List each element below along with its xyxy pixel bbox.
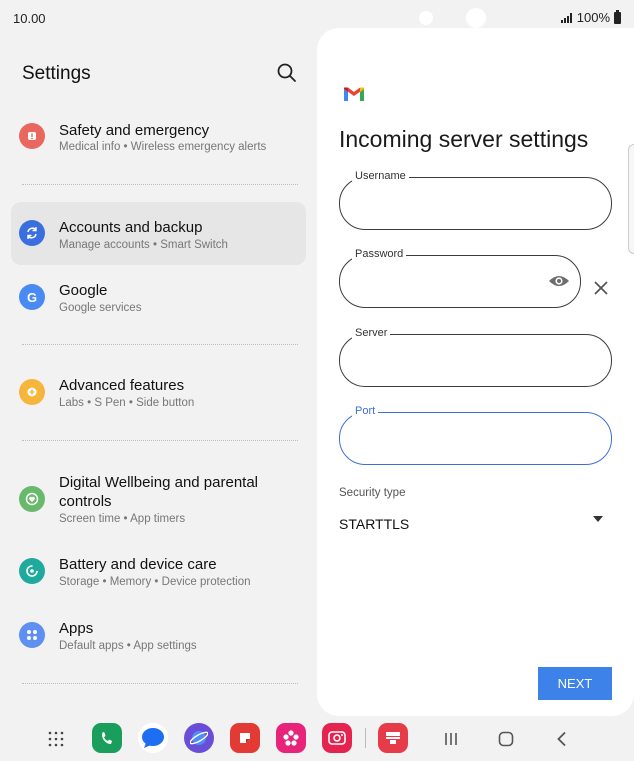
home-button[interactable]: [495, 728, 517, 750]
signal-icon: [560, 12, 572, 23]
recents-button[interactable]: [440, 728, 462, 750]
messages-app-icon[interactable]: [138, 723, 168, 753]
edge-panel-handle[interactable]: [628, 144, 634, 254]
gmail-icon: [343, 86, 365, 107]
settings-item-subtitle: Medical info • Wireless emergency alerts: [59, 141, 267, 153]
care-icon: [19, 558, 45, 584]
back-button[interactable]: [551, 728, 573, 750]
password-field[interactable]: Password: [339, 248, 581, 308]
search-button[interactable]: [276, 62, 298, 84]
next-button[interactable]: NEXT: [538, 667, 612, 700]
settings-item-advanced[interactable]: Advanced features Labs • S Pen • Side bu…: [11, 366, 306, 416]
settings-item-title: Safety and emergency: [59, 122, 210, 139]
settings-item-accounts[interactable]: Accounts and backup Manage accounts • Sm…: [11, 202, 306, 265]
security-type-value[interactable]: STARTTLS: [339, 516, 409, 532]
grid-dots-icon: [48, 731, 64, 747]
status-right: 100%: [560, 9, 621, 25]
notes-app-icon[interactable]: [230, 723, 260, 753]
taskbar: [0, 716, 634, 761]
server-settings-panel: Incoming server settings Username Passwo…: [317, 28, 634, 716]
server-input[interactable]: [354, 351, 571, 367]
divider: [22, 440, 298, 441]
search-icon: [277, 63, 296, 82]
settings-item-title: Battery and device care: [59, 556, 217, 573]
username-input[interactable]: [354, 194, 571, 210]
status-time: 10.00: [13, 11, 46, 26]
page-title: Incoming server settings: [339, 126, 589, 152]
battery-percent: 100%: [576, 10, 610, 25]
settings-item-subtitle: Labs • S Pen • Side button: [59, 397, 195, 409]
camera-dot-large: [466, 8, 486, 28]
gear-plus-icon: [19, 379, 45, 405]
password-label: Password: [352, 248, 407, 260]
settings-item-subtitle: Manage accounts • Smart Switch: [59, 239, 228, 251]
eye-icon[interactable]: [548, 273, 570, 294]
battery-icon: [614, 9, 621, 24]
google-g-icon: G: [19, 284, 45, 310]
settings-item-title: Advanced features: [59, 377, 185, 394]
sync-icon: [19, 220, 45, 246]
recents-icon: [445, 733, 457, 745]
heart-circle-icon: [19, 486, 45, 512]
settings-item-title: Apps: [59, 620, 94, 637]
divider: [22, 344, 298, 345]
settings-item-safety[interactable]: Safety and emergency Medical info • Wire…: [11, 110, 306, 160]
password-input[interactable]: [354, 272, 522, 288]
internet-app-icon[interactable]: [184, 723, 214, 753]
dock-separator: [365, 728, 366, 748]
alert-icon: [19, 123, 45, 149]
divider: [22, 184, 298, 185]
camera-app-icon[interactable]: [322, 723, 352, 753]
settings-item-google[interactable]: G Google Google services: [11, 272, 306, 322]
settings-item-apps[interactable]: Apps Default apps • App settings: [11, 610, 306, 660]
security-type-label: Security type: [339, 487, 406, 499]
divider: [22, 683, 298, 684]
username-field[interactable]: Username: [339, 170, 612, 230]
username-label: Username: [352, 170, 409, 182]
dropdown-arrow-icon[interactable]: [593, 516, 603, 522]
server-field[interactable]: Server: [339, 327, 612, 387]
settings-item-title: Digital Wellbeing and parental controls: [59, 474, 259, 510]
settings-item-subtitle: Screen time • App timers: [59, 513, 186, 525]
port-field[interactable]: Port: [339, 405, 612, 465]
clear-icon[interactable]: [592, 279, 610, 297]
settings-item-title: Google: [59, 282, 108, 299]
back-icon: [557, 731, 566, 747]
apps-grid-icon: [19, 622, 45, 648]
settings-item-subtitle: Default apps • App settings: [59, 640, 197, 652]
port-label: Port: [352, 405, 379, 417]
settings-title: Settings: [22, 63, 91, 84]
port-input[interactable]: [354, 429, 571, 445]
settings-item-wellbeing[interactable]: Digital Wellbeing and parental controls …: [11, 464, 306, 534]
flower-app-icon[interactable]: [276, 723, 306, 753]
camera-dot: [419, 11, 433, 25]
settings-item-subtitle: Storage • Memory • Device protection: [59, 576, 251, 588]
server-label: Server: [352, 327, 391, 339]
settings-item-battery[interactable]: Battery and device care Storage • Memory…: [11, 546, 306, 596]
settings-item-title: Accounts and backup: [59, 219, 203, 236]
recent-app-icon[interactable]: [378, 723, 408, 753]
settings-panel: Settings Safety and emergency Medical in…: [0, 36, 317, 716]
app-drawer-button[interactable]: [45, 728, 67, 750]
home-icon: [498, 731, 514, 747]
phone-app-icon[interactable]: [92, 723, 122, 753]
settings-item-subtitle: Google services: [59, 302, 142, 314]
